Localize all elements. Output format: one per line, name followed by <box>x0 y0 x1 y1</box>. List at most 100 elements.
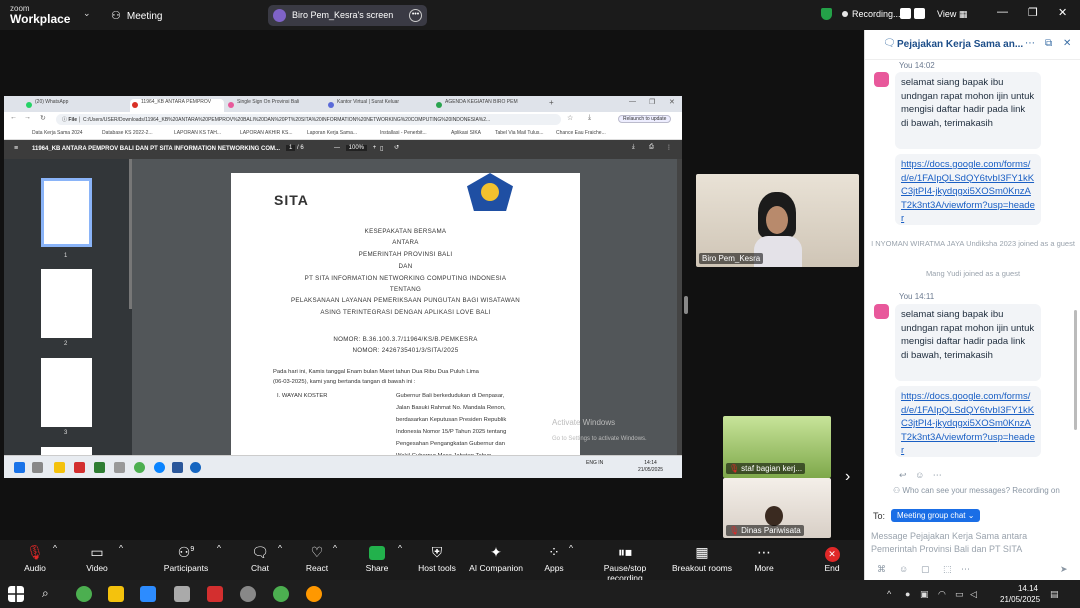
host-tools-button[interactable]: ⛨ Host tools <box>416 543 458 573</box>
windows-start-icon[interactable] <box>8 586 24 602</box>
wifi-icon[interactable]: ◠ <box>938 589 946 600</box>
split-drag-handle[interactable] <box>684 296 688 314</box>
chat-link[interactable]: https://docs.google.com/forms/d/e/1FAIpQ… <box>895 154 1041 225</box>
chrome-icon[interactable] <box>273 586 289 602</box>
app-icon[interactable] <box>114 462 125 473</box>
pdf-scrollbar[interactable] <box>677 159 682 455</box>
screenshot-icon[interactable]: ⬚ <box>943 564 952 575</box>
more-button[interactable]: ⋯ More <box>750 543 778 573</box>
word-icon[interactable] <box>172 462 183 473</box>
pause-stop-recording-button[interactable]: ⏸⏹ Pause/stop recording <box>585 543 665 583</box>
reload-icon[interactable]: ↻ <box>40 114 46 122</box>
page-thumbnail[interactable] <box>41 358 92 427</box>
audio-button[interactable]: 🎙︎ Audio <box>20 543 50 573</box>
new-tab-icon[interactable]: + <box>549 98 554 107</box>
page-current-input[interactable]: 1 <box>286 145 296 151</box>
chat-message[interactable]: selamat siang bapak ibu undngan rapat mo… <box>895 304 1041 381</box>
folder-icon[interactable] <box>108 586 124 602</box>
bookmark-item[interactable]: Data Kerja Sama 2024 <box>32 130 83 136</box>
recipient-dropdown[interactable]: Meeting group chat ⌄ <box>891 509 981 522</box>
share-button[interactable]: Share <box>362 543 392 573</box>
app-icon[interactable] <box>174 586 190 602</box>
chat-button[interactable]: 🗨︎ Chat <box>246 543 274 573</box>
close-icon[interactable]: ✕ <box>669 98 675 106</box>
speaker-icon[interactable]: ◁ <box>970 589 977 600</box>
browser-tab-active[interactable]: 11964_KB ANTARA PEMPROV <box>130 99 224 112</box>
restore-icon[interactable]: ❐ <box>1028 6 1038 19</box>
video-tile[interactable]: Biro Pem_Kesra <box>696 174 859 267</box>
chevron-up-icon[interactable]: ^ <box>217 543 221 553</box>
chevron-up-icon[interactable]: ^ <box>569 543 573 553</box>
video-tile[interactable]: 🎙︎ staf bagian kerj... <box>723 416 831 478</box>
bookmark-item[interactable]: LAPORAN KS TAH... <box>174 130 221 136</box>
browser-tab[interactable]: (20) WhatsApp <box>24 99 128 112</box>
address-bar[interactable]: ⓘ File │ C:/Users/USER/Downloads/11964_K… <box>56 114 561 125</box>
browser-tab[interactable]: AGENDA KEGIATAN BIRO PEM <box>434 99 538 112</box>
shared-screen[interactable]: (20) WhatsApp 11964_KB ANTARA PEMPROV Si… <box>4 96 682 478</box>
reply-icon[interactable]: ↩︎ <box>899 470 907 480</box>
app-icon[interactable] <box>94 462 105 473</box>
download-icon[interactable]: ⤓ <box>632 144 635 151</box>
battery-icon[interactable]: ▭ <box>955 589 964 600</box>
react-button[interactable]: ♡ React <box>302 543 332 573</box>
close-icon[interactable]: ✕ <box>1063 38 1071 49</box>
back-icon[interactable]: ← <box>10 114 17 121</box>
emoji-icon[interactable]: ☺ <box>899 564 908 574</box>
chat-link[interactable]: https://docs.google.com/forms/d/e/1FAIpQ… <box>895 386 1041 457</box>
stop-recording-button[interactable] <box>914 8 925 19</box>
screen-share-indicator[interactable]: Biro Pem_Kesra's screen ••• <box>268 5 427 26</box>
search-icon[interactable]: ⌕ <box>42 586 58 602</box>
chrome-icon[interactable] <box>306 586 322 602</box>
thumbnail-scrollbar[interactable] <box>129 159 132 309</box>
menu-icon[interactable]: ≡ <box>14 145 18 152</box>
minimize-icon[interactable]: — <box>997 6 1008 18</box>
notification-icon[interactable]: ▤ <box>1050 589 1059 600</box>
chevron-up-icon[interactable]: ^ <box>53 543 57 553</box>
relaunch-update-button[interactable]: Relaunch to update <box>618 115 672 123</box>
page-thumbnail[interactable] <box>41 447 92 455</box>
zoom-in-icon[interactable]: + <box>373 145 377 151</box>
minimize-icon[interactable]: — <box>629 98 636 105</box>
bookmark-item[interactable]: Chance Eau Fraiche... <box>556 130 606 136</box>
send-icon[interactable]: ➤ <box>1060 564 1068 575</box>
chat-input[interactable]: Message Pejajakan Kerja Sama antara Peme… <box>871 530 1071 564</box>
meeting-menu[interactable]: ⚇ Meeting <box>111 9 162 22</box>
browser-tab[interactable]: Single Sign On Provinsi Bali <box>226 99 324 112</box>
edge-icon[interactable] <box>154 462 165 473</box>
ai-companion-button[interactable]: ✦ AI Companion <box>467 543 525 573</box>
zoom-out-icon[interactable]: — <box>334 145 340 151</box>
chevron-up-icon[interactable]: ^ <box>278 543 282 553</box>
chat-scrollbar[interactable] <box>1074 310 1077 430</box>
chevron-up-icon[interactable]: ^ <box>119 543 123 553</box>
bookmark-item[interactable]: Tabel Via Mail Tulus... <box>495 130 544 136</box>
bookmark-item[interactable]: Installasi - Penerbit... <box>380 130 427 136</box>
emoji-icon[interactable]: ☺ <box>915 470 924 480</box>
view-menu[interactable]: View ▦ <box>937 9 967 20</box>
download-icon[interactable]: ⤓ <box>588 114 591 122</box>
shield-icon[interactable] <box>821 8 832 20</box>
app-icon[interactable] <box>74 462 85 473</box>
more-icon[interactable]: ••• <box>409 9 422 22</box>
chevron-up-icon[interactable]: ^ <box>398 543 402 553</box>
file-icon[interactable]: ▢ <box>921 564 930 575</box>
chat-message[interactable]: selamat siang bapak ibu undngan rapat mo… <box>895 72 1041 149</box>
zoom-input[interactable]: 100% <box>345 145 368 151</box>
chat-title[interactable]: Pejajakan Kerja Sama an... <box>897 39 1023 50</box>
bookmark-item[interactable]: Aplikasi SIKA <box>451 130 481 136</box>
end-button[interactable]: ✕ End <box>818 543 846 573</box>
app-tray-icon[interactable]: ▣ <box>920 589 929 600</box>
bookmark-item[interactable]: LAPORAN AKHIR KS... <box>240 130 293 136</box>
rotate-icon[interactable]: ↺ <box>394 144 399 151</box>
video-tile[interactable]: 🎙︎ Dinas Pariwisata <box>723 478 831 538</box>
bookmark-item[interactable]: Database KS 2022-2... <box>102 130 153 136</box>
chrome-icon[interactable] <box>134 462 145 473</box>
search-icon[interactable] <box>32 462 43 473</box>
more-icon[interactable]: ⋯ <box>961 564 970 575</box>
chevron-down-icon[interactable]: ⌄ <box>83 8 91 19</box>
zoom-tray-icon[interactable]: ● <box>905 589 910 599</box>
folder-icon[interactable] <box>54 462 65 473</box>
more-icon[interactable]: ⋯ <box>933 470 942 480</box>
browser-tab[interactable]: Kantor Virtual | Surat Keluar <box>326 99 432 112</box>
zoom-logo[interactable]: zoom Workplace <box>10 4 70 25</box>
chrome-icon[interactable] <box>76 586 92 602</box>
